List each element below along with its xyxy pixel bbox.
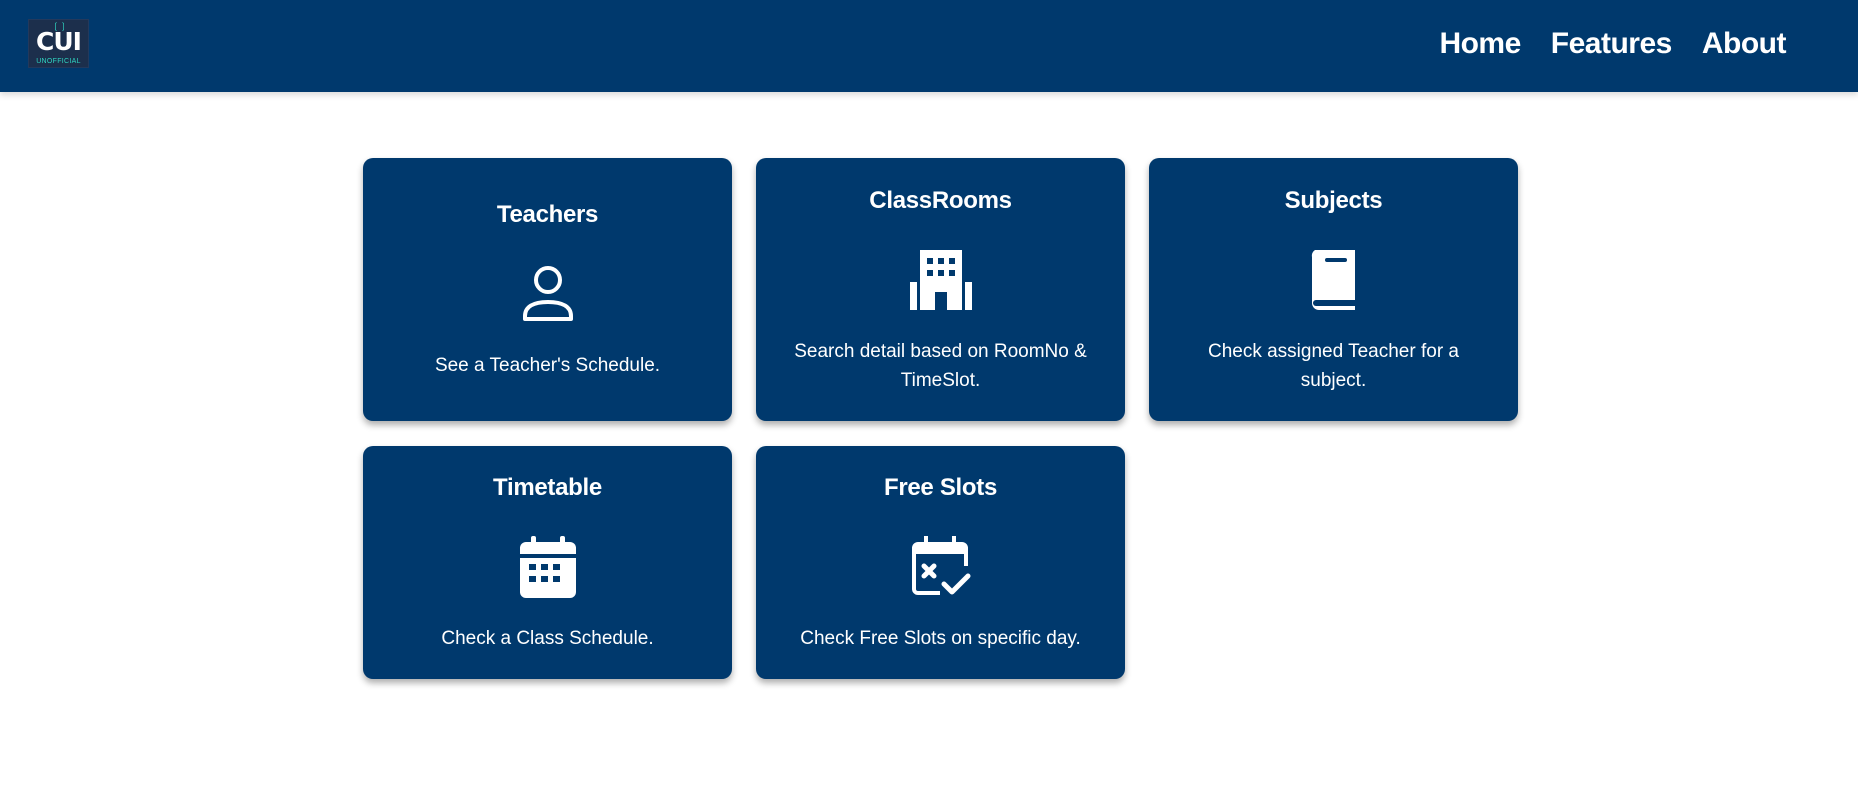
card-title: Free Slots bbox=[883, 474, 998, 501]
card-description: Check Free Slots on specific day. bbox=[800, 628, 1081, 649]
logo-subtext: UNOFFICIAL bbox=[36, 58, 81, 65]
building-icon bbox=[909, 248, 972, 310]
nav-about-link[interactable]: About bbox=[1702, 27, 1787, 61]
nav-home-link[interactable]: Home bbox=[1439, 27, 1521, 61]
card-description: Search detail based on RoomNo & TimeSlot… bbox=[794, 341, 1087, 391]
top-navbar: ❲❳ CUI UNOFFICIAL Home Features About bbox=[0, 0, 1858, 92]
main-nav: Home Features About bbox=[1439, 0, 1786, 88]
person-icon bbox=[517, 261, 579, 323]
card-title: ClassRooms bbox=[869, 187, 1012, 214]
nav-features-link[interactable]: Features bbox=[1551, 27, 1673, 61]
timetable-card[interactable]: Timetable Check a Class Schedule. bbox=[363, 446, 732, 679]
card-title: Timetable bbox=[493, 474, 602, 501]
card-description: Check a Class Schedule. bbox=[441, 628, 654, 649]
book-icon bbox=[1303, 248, 1365, 310]
card-description: Check assigned Teacher for a subject. bbox=[1207, 341, 1460, 391]
free-slots-card[interactable]: Free Slots Check Free Slots on specific … bbox=[756, 446, 1125, 679]
logo-text: CUI bbox=[36, 27, 82, 56]
classrooms-card[interactable]: ClassRooms Search detail based on RoomNo… bbox=[756, 158, 1125, 421]
calendar-icon bbox=[517, 536, 579, 598]
teachers-card[interactable]: Teachers See a Teacher's Schedule. bbox=[363, 158, 732, 421]
card-title: Teachers bbox=[496, 201, 599, 228]
subjects-card[interactable]: Subjects Check assigned Teacher for a su… bbox=[1149, 158, 1518, 421]
calendar-check-icon bbox=[910, 536, 972, 598]
card-title: Subjects bbox=[1284, 187, 1383, 214]
card-description: See a Teacher's Schedule. bbox=[434, 355, 661, 376]
cui-logo[interactable]: ❲❳ CUI UNOFFICIAL bbox=[28, 19, 89, 68]
